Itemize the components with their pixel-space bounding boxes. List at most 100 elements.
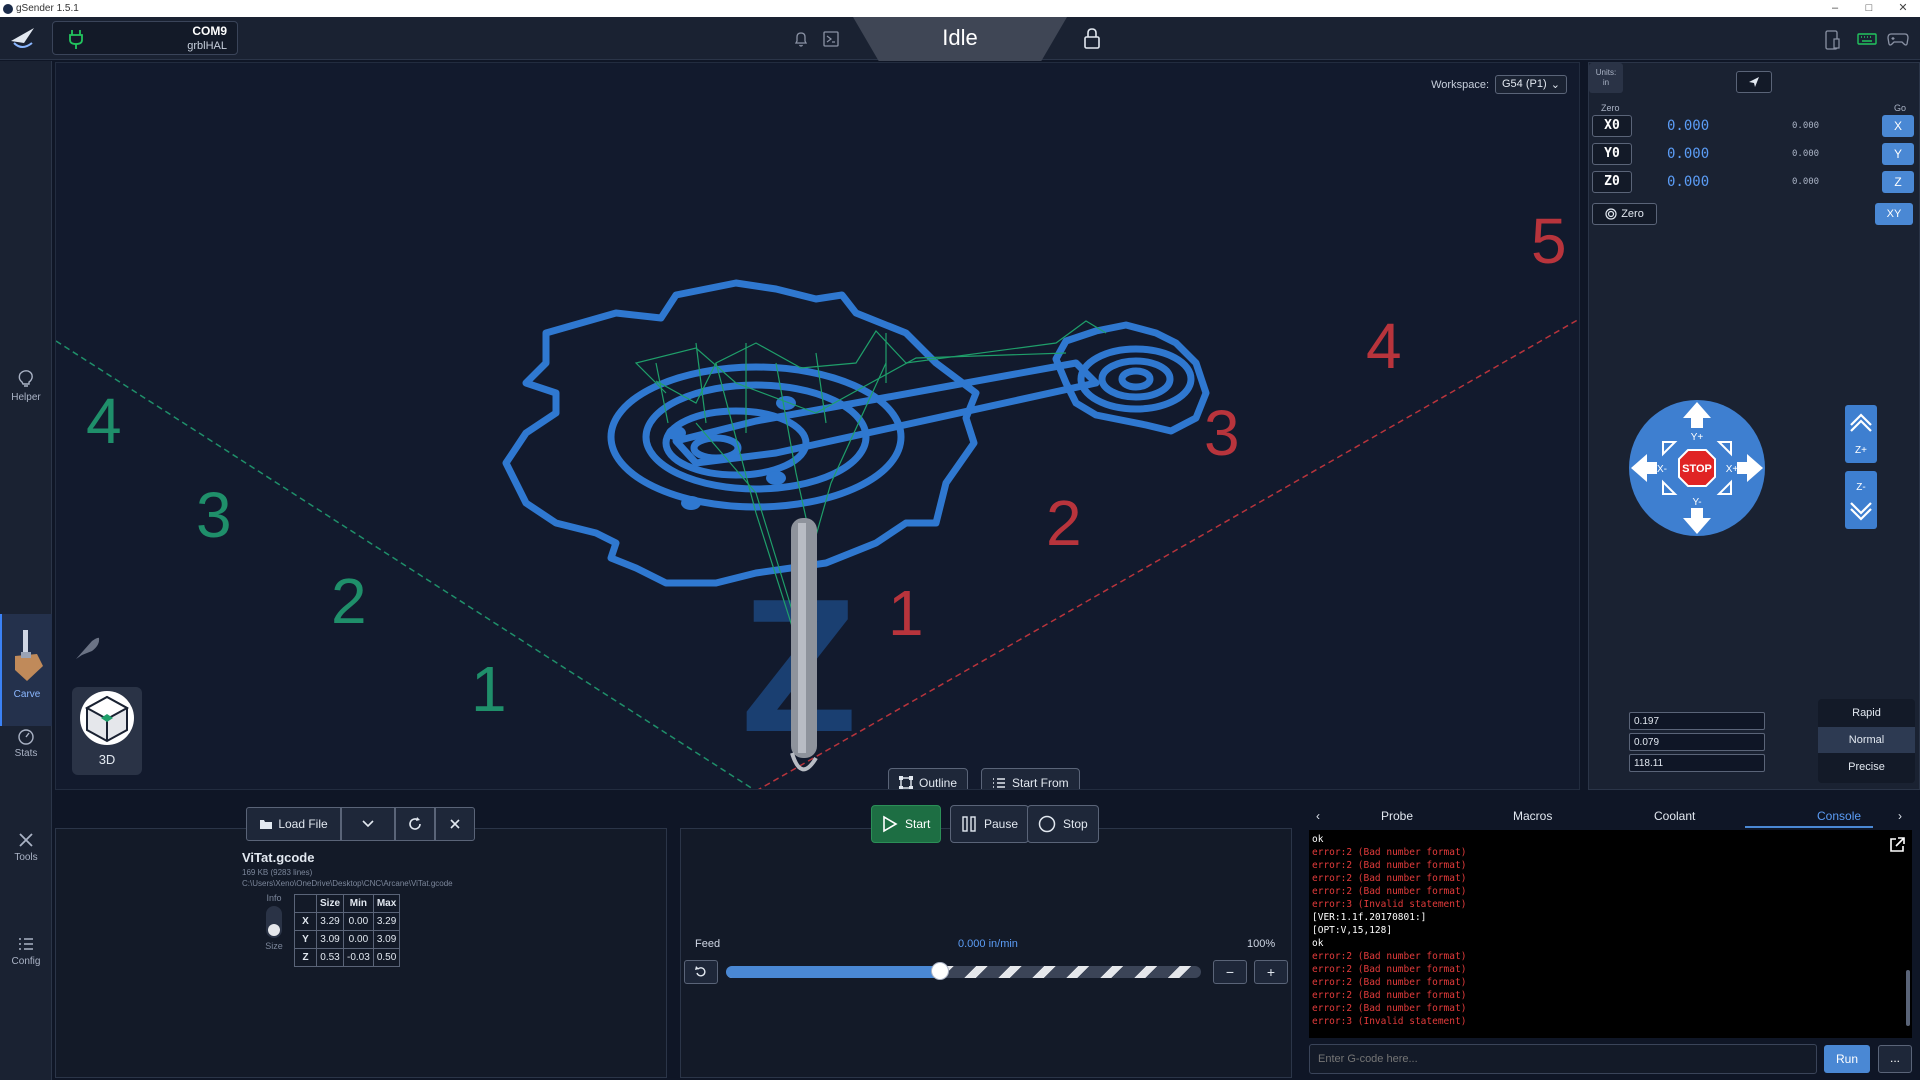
sidebar-item-stats[interactable]: Stats <box>0 727 52 767</box>
view-cube-button[interactable]: 3D <box>72 687 142 775</box>
workspace-select[interactable]: G54 (P1) ⌄ <box>1495 75 1567 94</box>
tabs-prev-chevron-icon[interactable]: ‹ <box>1316 809 1320 823</box>
gsender-logo-icon <box>11 28 34 48</box>
zero-all-button[interactable]: Zero <box>1592 203 1657 225</box>
visualizer[interactable]: 1 2 3 4 1 2 3 4 5 Z <box>55 62 1580 790</box>
feed-override-slider[interactable] <box>726 966 1201 978</box>
reset-feed-button[interactable] <box>684 960 718 984</box>
view-label: 3D <box>98 752 116 767</box>
close-file-button[interactable] <box>435 807 475 841</box>
feather-icon[interactable] <box>72 633 102 663</box>
table-cell: X <box>294 912 317 931</box>
tool-bit <box>790 518 818 772</box>
jog-feed-input[interactable] <box>1629 754 1765 772</box>
tab-coolant[interactable]: Coolant <box>1654 809 1695 823</box>
minimize-button[interactable]: – <box>1818 0 1852 17</box>
jog-y-minus-label: Y- <box>1692 497 1701 508</box>
toggle-knob <box>268 924 280 936</box>
plug-connected-icon <box>69 30 83 49</box>
units-label: Units: <box>1595 68 1617 77</box>
units-toggle[interactable]: Units: in <box>1589 63 1623 93</box>
zero-column-header: Zero <box>1601 103 1620 113</box>
workspace-value: G54 (P1) <box>1502 78 1547 90</box>
grid-label: 4 <box>1366 310 1402 382</box>
start-from-label: Start From <box>1012 776 1069 790</box>
file-toolbar: Load File <box>246 807 475 841</box>
sidebar-item-helper[interactable]: Helper <box>0 369 52 409</box>
speed-normal-button[interactable]: Normal <box>1818 727 1915 753</box>
stop-job-button[interactable]: Stop <box>1027 805 1099 843</box>
zero-x-button[interactable]: X0 <box>1592 115 1632 137</box>
jog-xy-input[interactable] <box>1629 712 1765 730</box>
toggle-track[interactable] <box>266 906 282 938</box>
go-z-button[interactable]: Z <box>1882 171 1914 193</box>
sidebar-item-carve[interactable]: Carve <box>0 614 52 726</box>
jog-z-input[interactable] <box>1629 733 1765 751</box>
outline-icon <box>899 776 913 789</box>
zero-all-label: Zero <box>1621 208 1644 220</box>
feed-value: 0.000 in/min <box>958 938 1018 950</box>
decrease-feed-button[interactable]: − <box>1213 960 1247 984</box>
console-line: error:2 (Bad number format) <box>1312 847 1467 858</box>
maximize-button[interactable]: □ <box>1852 0 1886 17</box>
connection-widget[interactable]: COM9 grblHAL <box>52 21 238 55</box>
gcode-command-input[interactable] <box>1309 1044 1817 1074</box>
tab-probe[interactable]: Probe <box>1381 809 1413 823</box>
zero-z-button[interactable]: Z0 <box>1592 171 1632 193</box>
start-job-button[interactable]: Start <box>871 805 942 843</box>
start-from-button[interactable]: Start From <box>981 768 1080 790</box>
info-size-toggle[interactable]: Info Size <box>264 893 284 951</box>
window-title: gSender 1.5.1 <box>16 3 79 14</box>
tabs-next-chevron-icon[interactable]: › <box>1898 809 1902 823</box>
table-cell: Y <box>294 930 317 949</box>
speed-precise-button[interactable]: Precise <box>1818 754 1915 780</box>
visualizer-scene[interactable]: 1 2 3 4 1 2 3 4 5 Z <box>56 63 1580 790</box>
target-icon <box>1605 208 1617 220</box>
table-cell: 3.29 <box>372 912 401 931</box>
console-output[interactable]: ok error:2 (Bad number format) error:2 (Ba… <box>1309 830 1912 1038</box>
keyboard-icon[interactable] <box>1856 29 1878 49</box>
go-x-button[interactable]: X <box>1882 115 1914 137</box>
console-line: error:2 (Bad number format) <box>1312 977 1467 988</box>
console-scrollbar[interactable] <box>1906 970 1910 1026</box>
folder-icon <box>260 820 273 829</box>
load-file-button[interactable]: Load File <box>246 807 341 841</box>
left-sidebar: Helper Carve Stats Tools Config <box>0 61 52 1080</box>
goto-button[interactable] <box>1736 71 1772 93</box>
lock-icon[interactable] <box>1082 27 1102 51</box>
tab-macros[interactable]: Macros <box>1513 809 1552 823</box>
go-xy-button[interactable]: XY <box>1875 203 1913 225</box>
keyboard-shortcuts-icon[interactable] <box>822 30 840 48</box>
toolpath <box>502 279 1210 587</box>
go-y-button[interactable]: Y <box>1882 143 1914 165</box>
table-header: Min <box>343 894 374 913</box>
run-command-button[interactable]: Run <box>1824 1045 1870 1073</box>
outline-label: Outline <box>919 776 958 790</box>
sidebar-item-tools[interactable]: Tools <box>0 831 52 871</box>
sidebar-item-label: Stats <box>14 748 38 759</box>
mobile-device-icon[interactable] <box>1823 29 1841 51</box>
gauge-icon <box>18 729 34 745</box>
tab-console[interactable]: Console <box>1817 809 1861 823</box>
zero-y-button[interactable]: Y0 <box>1592 143 1632 165</box>
increase-feed-button[interactable]: + <box>1254 960 1288 984</box>
popout-icon[interactable] <box>1888 836 1906 854</box>
feed-override-handle[interactable] <box>930 962 949 980</box>
feed-override-fill <box>726 966 940 978</box>
speed-rapid-button[interactable]: Rapid <box>1818 700 1915 726</box>
reload-file-button[interactable] <box>395 807 435 841</box>
tools-icon <box>19 833 33 847</box>
bell-icon[interactable] <box>792 30 810 48</box>
close-button[interactable]: ✕ <box>1886 0 1920 17</box>
sidebar-item-config[interactable]: Config <box>0 935 52 975</box>
table-cell: 3.09 <box>315 930 345 949</box>
outline-button[interactable]: Outline <box>888 768 969 790</box>
console-line: error:2 (Bad number format) <box>1312 951 1467 962</box>
recent-files-button[interactable] <box>341 807 395 841</box>
console-more-button[interactable]: ... <box>1878 1045 1912 1073</box>
gamepad-icon[interactable] <box>1886 29 1910 49</box>
console-line: error:2 (Bad number format) <box>1312 860 1467 871</box>
machine-position-y: 0.000 <box>1792 149 1820 159</box>
grid-label: 4 <box>86 385 122 457</box>
pause-job-button[interactable]: Pause <box>950 805 1030 843</box>
